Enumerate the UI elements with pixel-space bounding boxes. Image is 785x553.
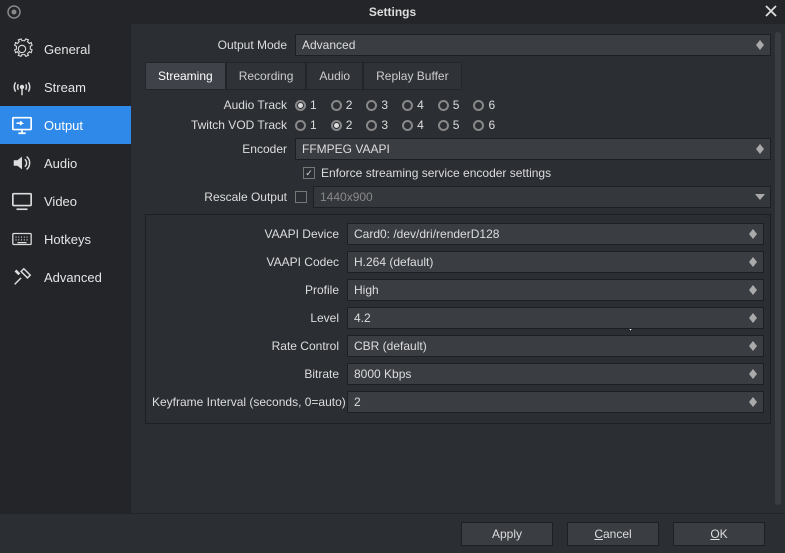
keyframe-input[interactable]: 2 (347, 391, 764, 413)
vod-track-label: Twitch VOD Track (145, 118, 295, 132)
spin-icon (746, 308, 760, 328)
vaapi-codec-label: VAAPI Codec (152, 255, 347, 269)
titlebar: Settings (0, 0, 785, 24)
vaapi-device-label: VAAPI Device (152, 227, 347, 241)
sidebar-item-label: Output (44, 118, 83, 133)
rescale-select: 1440x900 (313, 186, 771, 208)
spin-icon (746, 336, 760, 356)
sidebar-item-stream[interactable]: Stream (0, 68, 131, 106)
audio-track-4[interactable]: 4 (402, 98, 424, 112)
output-mode-value: Advanced (302, 38, 355, 52)
vod-track-6[interactable]: 6 (473, 118, 495, 132)
level-select[interactable]: 4.2 (347, 307, 764, 329)
vod-track-1[interactable]: 1 (295, 118, 317, 132)
keyframe-label: Keyframe Interval (seconds, 0=auto) (152, 395, 347, 409)
profile-label: Profile (152, 283, 347, 297)
scrollbar[interactable] (775, 32, 781, 505)
chevron-down-icon (753, 187, 767, 207)
sidebar-item-label: Advanced (44, 270, 102, 285)
vaapi-device-select[interactable]: Card0: /dev/dri/renderD128 (347, 223, 764, 245)
audio-track-group: 1 2 3 4 5 6 (295, 98, 771, 112)
profile-select[interactable]: High (347, 279, 764, 301)
tab-recording[interactable]: Recording (226, 62, 307, 90)
spin-icon (753, 35, 767, 55)
rescale-value: 1440x900 (320, 190, 373, 204)
sidebar-item-general[interactable]: General (0, 30, 131, 68)
window-title: Settings (369, 5, 416, 19)
sidebar-item-advanced[interactable]: Advanced (0, 258, 131, 296)
audio-track-label: Audio Track (145, 98, 295, 112)
level-label: Level (152, 311, 347, 325)
encoder-select[interactable]: FFMPEG VAAPI (295, 138, 771, 160)
display-icon (10, 189, 34, 213)
sidebar-item-label: Stream (44, 80, 86, 95)
output-mode-label: Output Mode (145, 38, 295, 52)
sidebar-item-video[interactable]: Video (0, 182, 131, 220)
vod-track-3[interactable]: 3 (366, 118, 388, 132)
spin-icon (746, 364, 760, 384)
rescale-checkbox[interactable] (295, 191, 307, 203)
rescale-label: Rescale Output (145, 190, 295, 204)
main-panel: Output Mode Advanced Streaming Recording… (131, 24, 785, 513)
bitrate-input[interactable]: 8000 Kbps (347, 363, 764, 385)
sidebar: General Stream Output Audio Video Hotkey… (0, 24, 131, 513)
cancel-button[interactable]: Cancel (567, 522, 659, 546)
antenna-icon (10, 75, 34, 99)
bitrate-label: Bitrate (152, 367, 347, 381)
vaapi-codec-select[interactable]: H.264 (default) (347, 251, 764, 273)
rate-control-label: Rate Control (152, 339, 347, 353)
gear-icon (10, 37, 34, 61)
sidebar-item-label: General (44, 42, 90, 57)
tabbar: Streaming Recording Audio Replay Buffer (145, 62, 771, 90)
spin-icon (746, 392, 760, 412)
sidebar-item-label: Audio (44, 156, 77, 171)
enforce-label: Enforce streaming service encoder settin… (321, 166, 551, 180)
rate-control-select[interactable]: CBR (default) (347, 335, 764, 357)
sidebar-item-hotkeys[interactable]: Hotkeys (0, 220, 131, 258)
audio-track-2[interactable]: 2 (331, 98, 353, 112)
keyboard-icon (10, 227, 34, 251)
spin-icon (746, 224, 760, 244)
tab-streaming[interactable]: Streaming (145, 62, 226, 90)
spin-icon (746, 280, 760, 300)
speaker-icon (10, 151, 34, 175)
spin-icon (746, 252, 760, 272)
tab-replay-buffer[interactable]: Replay Buffer (363, 62, 462, 90)
audio-track-5[interactable]: 5 (438, 98, 460, 112)
encoder-label: Encoder (145, 142, 295, 156)
tools-icon (10, 265, 34, 289)
vod-track-group: 1 2 3 4 5 6 (295, 118, 771, 132)
tab-audio[interactable]: Audio (306, 62, 363, 90)
vod-track-2[interactable]: 2 (331, 118, 353, 132)
spin-icon (753, 139, 767, 159)
vod-track-5[interactable]: 5 (438, 118, 460, 132)
ok-button[interactable]: OK (673, 522, 765, 546)
sidebar-item-output[interactable]: Output (0, 106, 131, 144)
output-mode-select[interactable]: Advanced (295, 34, 771, 56)
encoder-settings-panel: VAAPI Device Card0: /dev/dri/renderD128 … (145, 214, 771, 424)
vod-track-4[interactable]: 4 (402, 118, 424, 132)
audio-track-6[interactable]: 6 (473, 98, 495, 112)
footer: Apply Cancel OK (0, 513, 785, 553)
encoder-value: FFMPEG VAAPI (302, 142, 390, 156)
sidebar-item-label: Hotkeys (44, 232, 91, 247)
sidebar-item-label: Video (44, 194, 77, 209)
audio-track-3[interactable]: 3 (366, 98, 388, 112)
sidebar-item-audio[interactable]: Audio (0, 144, 131, 182)
enforce-checkbox[interactable] (303, 167, 315, 179)
audio-track-1[interactable]: 1 (295, 98, 317, 112)
monitor-icon (10, 113, 34, 137)
close-icon[interactable] (763, 3, 779, 19)
app-icon (6, 4, 22, 20)
apply-button[interactable]: Apply (461, 522, 553, 546)
